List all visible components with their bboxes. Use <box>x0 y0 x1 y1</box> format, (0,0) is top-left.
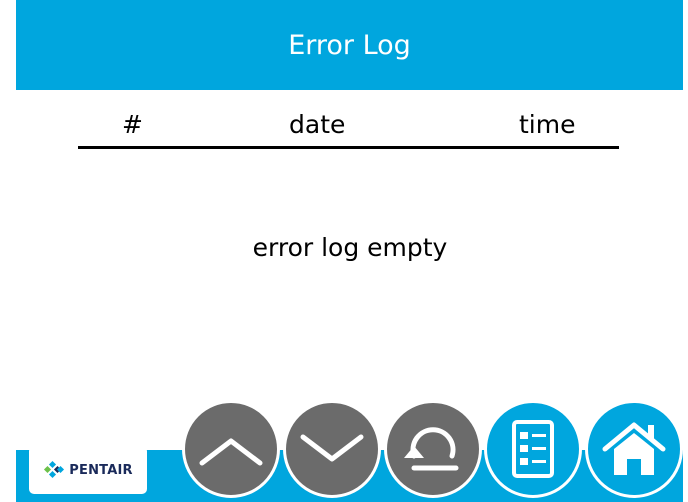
log-button[interactable] <box>484 400 582 498</box>
header-divider <box>78 146 619 149</box>
title-bar: Error Log <box>16 0 683 90</box>
back-button[interactable] <box>384 400 482 498</box>
pentair-logo-text: PENTAIR <box>69 462 133 478</box>
chevron-up-icon <box>199 438 263 466</box>
scroll-up-button[interactable] <box>182 400 280 498</box>
page-title: Error Log <box>288 29 411 61</box>
column-header-number: # <box>122 110 143 139</box>
empty-log-message: error log empty <box>252 233 448 262</box>
home-icon <box>602 422 666 475</box>
column-header-time: time <box>519 110 576 139</box>
back-arrow-icon <box>404 427 459 471</box>
chevron-down-icon <box>300 434 364 462</box>
scroll-down-button[interactable] <box>283 400 381 498</box>
checklist-icon <box>512 420 554 478</box>
pentair-logo: PENTAIR <box>29 446 147 494</box>
column-header-date: date <box>289 110 346 139</box>
pentair-logo-icon <box>44 460 65 479</box>
home-button[interactable] <box>585 400 683 498</box>
